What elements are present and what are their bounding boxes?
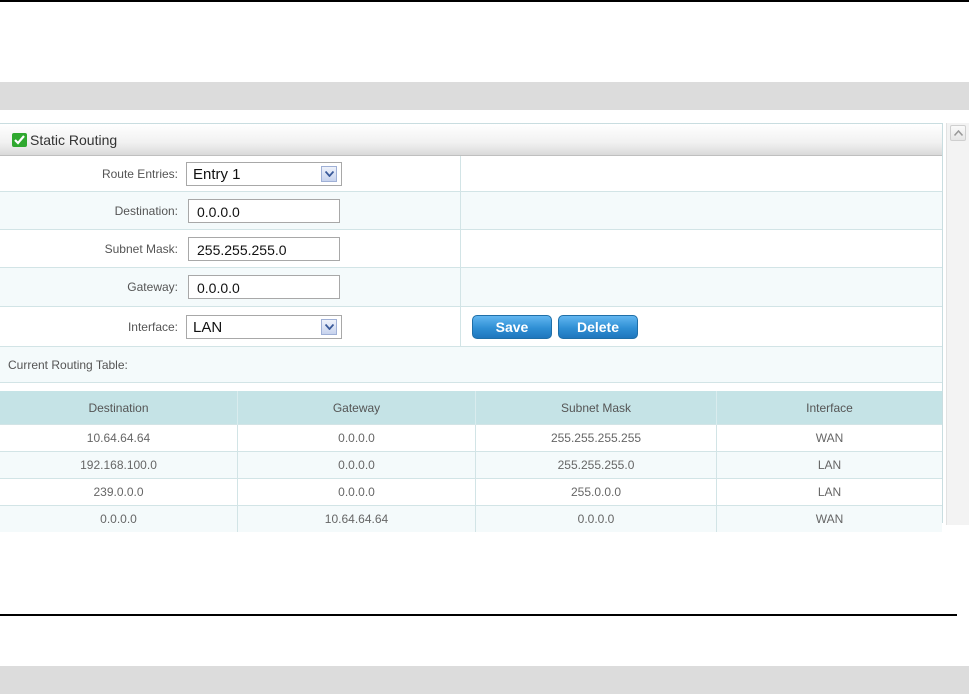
column-header-gateway: Gateway bbox=[237, 391, 476, 425]
cell-destination: 192.168.100.0 bbox=[0, 451, 238, 479]
routing-table-title: Current Routing Table: bbox=[8, 357, 128, 372]
table-header-row: Destination Gateway Subnet Mask Interfac… bbox=[0, 391, 942, 425]
column-divider bbox=[460, 268, 461, 306]
routing-table-title-row: Current Routing Table: bbox=[0, 347, 942, 383]
routing-table: Destination Gateway Subnet Mask Interfac… bbox=[0, 391, 942, 532]
subnet-mask-value: 255.255.255.0 bbox=[197, 241, 287, 258]
cell-subnet-mask: 255.0.0.0 bbox=[475, 478, 717, 506]
cell-interface: WAN bbox=[716, 424, 942, 452]
column-header-interface: Interface bbox=[716, 391, 942, 425]
chevron-down-icon[interactable] bbox=[321, 318, 337, 335]
route-entries-label: Route Entries: bbox=[101, 166, 178, 181]
interface-select[interactable]: LAN bbox=[186, 314, 342, 339]
route-entries-row: Route Entries: Entry 1 bbox=[0, 156, 942, 192]
column-header-subnet-mask: Subnet Mask bbox=[475, 391, 717, 425]
section-divider bbox=[0, 614, 957, 616]
table-row: 10.64.64.64 0.0.0.0 255.255.255.255 WAN bbox=[0, 424, 942, 452]
gateway-input[interactable]: 0.0.0.0 bbox=[188, 275, 340, 299]
delete-button[interactable]: Delete bbox=[558, 314, 638, 339]
panel-header: Static Routing bbox=[0, 124, 942, 156]
gateway-label: Gateway: bbox=[127, 280, 178, 294]
table-row: 239.0.0.0 0.0.0.0 255.0.0.0 LAN bbox=[0, 478, 942, 506]
cell-subnet-mask: 255.255.255.0 bbox=[475, 451, 717, 479]
interface-value: LAN bbox=[193, 318, 223, 336]
page-band-bottom bbox=[0, 666, 969, 694]
cell-destination: 239.0.0.0 bbox=[0, 478, 238, 506]
table-row: 192.168.100.0 0.0.0.0 255.255.255.0 LAN bbox=[0, 451, 942, 479]
destination-input[interactable]: 0.0.0.0 bbox=[188, 198, 340, 223]
cell-gateway: 0.0.0.0 bbox=[237, 478, 476, 506]
table-row: 0.0.0.0 10.64.64.64 0.0.0.0 WAN bbox=[0, 505, 942, 532]
destination-row: Destination: 0.0.0.0 bbox=[0, 192, 942, 230]
column-divider bbox=[460, 192, 461, 229]
column-divider bbox=[460, 230, 461, 267]
cell-destination: 0.0.0.0 bbox=[0, 505, 238, 532]
cell-destination: 10.64.64.64 bbox=[0, 424, 238, 452]
column-divider bbox=[460, 156, 461, 191]
interface-row: Interface: LAN Save Delete bbox=[0, 307, 942, 347]
cell-interface: LAN bbox=[716, 478, 942, 506]
panel-title: Static Routing bbox=[30, 132, 118, 148]
vertical-scrollbar[interactable] bbox=[946, 123, 969, 525]
interface-label: Interface: bbox=[127, 319, 178, 334]
page-band-top bbox=[0, 82, 969, 110]
subnet-mask-input[interactable]: 255.255.255.0 bbox=[188, 236, 340, 261]
cell-subnet-mask: 255.255.255.255 bbox=[475, 424, 717, 452]
scroll-up-arrow-icon[interactable] bbox=[950, 125, 966, 141]
gateway-row: Gateway: 0.0.0.0 bbox=[0, 268, 942, 307]
check-box-icon bbox=[12, 133, 27, 147]
static-routing-panel: Static Routing Route Entries: Entry 1 De… bbox=[0, 123, 943, 532]
cell-gateway: 10.64.64.64 bbox=[237, 505, 476, 532]
route-entries-value: Entry 1 bbox=[193, 165, 241, 183]
cell-interface: WAN bbox=[716, 505, 942, 532]
chevron-down-icon[interactable] bbox=[321, 165, 337, 182]
cell-gateway: 0.0.0.0 bbox=[237, 424, 476, 452]
gateway-value: 0.0.0.0 bbox=[197, 280, 240, 296]
cell-gateway: 0.0.0.0 bbox=[237, 451, 476, 479]
column-divider bbox=[460, 307, 461, 346]
column-header-destination: Destination bbox=[0, 391, 238, 425]
subnet-mask-row: Subnet Mask: 255.255.255.0 bbox=[0, 230, 942, 268]
destination-label: Destination: bbox=[114, 203, 178, 218]
top-divider bbox=[0, 0, 969, 2]
route-entries-select[interactable]: Entry 1 bbox=[186, 161, 342, 186]
cell-interface: LAN bbox=[716, 451, 942, 479]
destination-value: 0.0.0.0 bbox=[197, 203, 240, 220]
cell-subnet-mask: 0.0.0.0 bbox=[475, 505, 717, 532]
subnet-mask-label: Subnet Mask: bbox=[104, 241, 178, 256]
save-button[interactable]: Save bbox=[472, 314, 552, 339]
